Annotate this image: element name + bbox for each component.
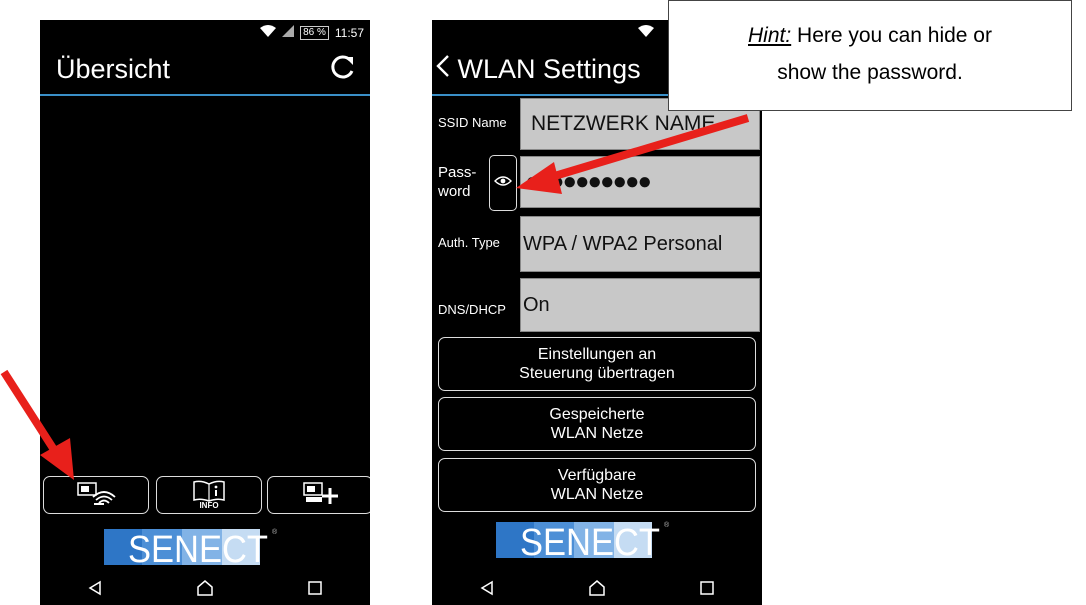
clock: 11:57 bbox=[334, 25, 364, 40]
senect-logo: SENECT ® bbox=[104, 526, 304, 571]
password-field[interactable]: ●●●●●●●●●● bbox=[520, 156, 760, 208]
available-networks-line2: WLAN Netze bbox=[550, 486, 644, 503]
wifi-device-icon bbox=[76, 480, 116, 511]
saved-networks-line1: Gespeicherte bbox=[549, 406, 645, 423]
back-chevron-icon[interactable] bbox=[436, 54, 450, 85]
hint-line1: Hint: Here you can hide or bbox=[669, 17, 1071, 54]
recents-icon[interactable] bbox=[297, 573, 333, 603]
show-password-toggle[interactable] bbox=[489, 155, 517, 211]
auth-type-label: Auth. Type bbox=[438, 235, 500, 250]
back-icon[interactable] bbox=[469, 573, 505, 603]
password-label: Pass- word bbox=[438, 163, 476, 201]
info-label: INFO bbox=[199, 501, 219, 510]
title-text: WLAN Settings bbox=[457, 54, 641, 84]
hint-text-2: show the password. bbox=[777, 61, 963, 84]
saved-networks-line2: WLAN Netze bbox=[550, 425, 644, 442]
available-networks-line1: Verfügbare bbox=[557, 467, 637, 484]
hint-label: Hint: bbox=[748, 24, 792, 47]
refresh-icon[interactable] bbox=[328, 52, 358, 82]
overview-screen: 86 % 11:57 Übersicht INFO SENECT ® bbox=[40, 20, 370, 605]
saved-networks-button[interactable]: Gespeicherte WLAN Netze bbox=[438, 397, 756, 451]
logo-text: SENECT bbox=[520, 522, 660, 561]
android-nav-bar bbox=[40, 571, 370, 605]
dns-dhcp-toggle[interactable]: On bbox=[520, 278, 760, 332]
dns-dhcp-label: DNS/DHCP bbox=[438, 302, 506, 317]
available-networks-button[interactable]: Verfügbare WLAN Netze bbox=[438, 458, 756, 512]
add-device-button[interactable] bbox=[267, 476, 370, 514]
info-button[interactable]: INFO bbox=[156, 476, 262, 514]
auth-type-select[interactable]: WPA / WPA2 Personal bbox=[520, 216, 760, 272]
svg-text:®: ® bbox=[272, 528, 278, 536]
back-icon[interactable] bbox=[77, 573, 113, 603]
info-book-icon: INFO bbox=[192, 480, 226, 510]
logo-text: SENECT bbox=[128, 529, 268, 568]
wifi-signal-icon bbox=[260, 25, 277, 40]
app-header: Übersicht bbox=[40, 46, 370, 96]
password-label-line1: Pass- bbox=[438, 164, 477, 181]
status-bar: 86 % 11:57 bbox=[40, 20, 370, 46]
add-device-icon bbox=[302, 480, 338, 511]
bottom-toolbar: INFO bbox=[43, 476, 370, 514]
hint-text-1: Here you can hide or bbox=[797, 24, 992, 47]
page-title: WLAN Settings bbox=[436, 54, 641, 85]
transfer-settings-line2: Steuerung übertragen bbox=[519, 365, 675, 382]
transfer-settings-button[interactable]: Einstellungen an Steuerung übertragen bbox=[438, 337, 756, 391]
transfer-settings-line1: Einstellungen an bbox=[537, 346, 657, 363]
home-icon[interactable] bbox=[187, 573, 223, 603]
hint-callout: Hint: Here you can hide or show the pass… bbox=[668, 0, 1072, 111]
home-icon[interactable] bbox=[579, 573, 615, 603]
ssid-label: SSID Name bbox=[438, 115, 507, 130]
password-label-line2: word bbox=[438, 183, 471, 200]
senect-logo: SENECT ® bbox=[496, 519, 696, 564]
eye-icon bbox=[494, 174, 512, 192]
recents-icon[interactable] bbox=[689, 573, 725, 603]
cell-signal-icon bbox=[282, 25, 295, 40]
android-nav-bar bbox=[432, 571, 762, 605]
wifi-signal-icon bbox=[638, 25, 654, 40]
wlan-settings-button[interactable] bbox=[43, 476, 149, 514]
battery-indicator: 86 % bbox=[300, 25, 329, 40]
page-title: Übersicht bbox=[56, 54, 171, 84]
svg-text:®: ® bbox=[664, 521, 670, 529]
